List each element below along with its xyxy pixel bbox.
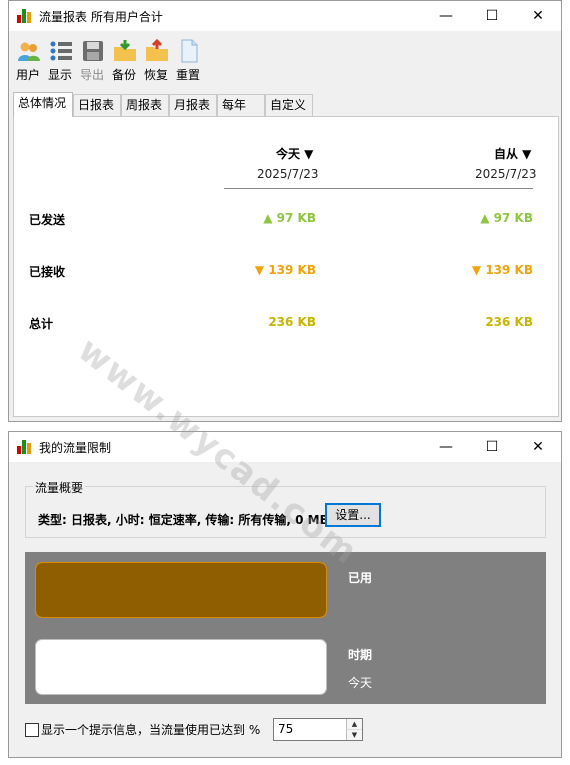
- spin-up-arrow-icon[interactable]: ▲: [346, 719, 362, 730]
- tab-overview[interactable]: 总体情况: [13, 92, 73, 117]
- today-column-header[interactable]: 今天 ▼: [276, 145, 313, 162]
- limit-summary-text: 类型: 日报表, 小时: 恒定速率, 传输: 所有传输, 0 MB: [38, 513, 329, 527]
- header-divider: [224, 188, 533, 189]
- period-gauge-bar: [35, 639, 327, 695]
- spin-down-arrow-icon[interactable]: ▼: [346, 730, 362, 740]
- window-title: 流量报表 所有用户合计: [39, 10, 163, 24]
- tab-monthly[interactable]: 月报表: [169, 94, 217, 116]
- title-bar: 我的流量限制 — ☐ ✕: [9, 432, 561, 462]
- used-label: 已用: [348, 571, 373, 585]
- traffic-report-window: 流量报表 所有用户合计 — ☐ ✕ 用户 显示 导出 备份 恢复 重置 总体情况…: [8, 0, 562, 422]
- sent-today-value: ▲ 97 KB: [263, 211, 316, 225]
- minimize-button[interactable]: —: [423, 432, 469, 462]
- total-today-value: 236 KB: [268, 315, 316, 329]
- close-button[interactable]: ✕: [515, 1, 561, 31]
- maximize-button[interactable]: ☐: [469, 432, 515, 462]
- title-bar: 流量报表 所有用户合计 — ☐ ✕: [9, 1, 561, 31]
- traffic-limit-window: 我的流量限制 — ☐ ✕ 流量概要 类型: 日报表, 小时: 恒定速率, 传输:…: [8, 431, 562, 758]
- period-value: 今天: [348, 676, 373, 690]
- today-column-date: 2025/7/23: [257, 167, 319, 181]
- folder-up-icon: [146, 39, 168, 61]
- overview-panel: 今天 ▼ 2025/7/23 自从 ▼ 2025/7/23 已发送 ▲ 97 K…: [13, 116, 559, 417]
- received-since-value: ▼ 139 KB: [471, 263, 533, 277]
- threshold-spinbox[interactable]: 75 ▲ ▼: [273, 718, 363, 741]
- used-gauge-bar: [35, 562, 327, 618]
- used-gauge-fill: [36, 563, 326, 617]
- usage-gauge-area: 已用 时期 今天: [25, 552, 546, 704]
- maximize-button[interactable]: ☐: [469, 1, 515, 31]
- total-since-value: 236 KB: [485, 315, 533, 329]
- row-label-sent: 已发送: [29, 213, 66, 227]
- sent-since-value: ▲ 97 KB: [480, 211, 533, 225]
- tab-daily[interactable]: 日报表: [73, 94, 121, 116]
- minimize-button[interactable]: —: [423, 1, 469, 31]
- threshold-value[interactable]: 75: [278, 722, 293, 736]
- document-icon: [181, 39, 198, 63]
- tab-weekly[interactable]: 周报表: [121, 94, 169, 116]
- group-title: 流量概要: [33, 479, 86, 496]
- close-button[interactable]: ✕: [515, 432, 561, 462]
- window-title: 我的流量限制: [39, 441, 112, 455]
- show-alert-checkbox[interactable]: [25, 723, 39, 737]
- tab-yearly[interactable]: 每年: [217, 94, 265, 116]
- settings-button[interactable]: 设置...: [325, 503, 381, 527]
- period-label: 时期: [348, 648, 373, 662]
- reset-button[interactable]: 重置: [171, 37, 205, 83]
- list-icon: [50, 41, 72, 61]
- report-tabs: 总体情况 日报表 周报表 月报表 每年 自定义: [13, 92, 559, 117]
- row-label-received: 已接收: [29, 265, 66, 279]
- bar-chart-app-icon: [17, 9, 33, 23]
- folder-down-icon: [114, 40, 136, 61]
- received-today-value: ▼ 139 KB: [254, 263, 316, 277]
- row-label-total: 总计: [29, 317, 54, 331]
- tab-custom[interactable]: 自定义: [265, 94, 313, 116]
- show-alert-label: 显示一个提示信息，当流量使用已达到 %: [41, 723, 261, 737]
- save-disk-icon: [83, 41, 103, 61]
- since-column-date: 2025/7/23: [475, 167, 537, 181]
- since-column-header[interactable]: 自从 ▼: [494, 145, 531, 162]
- users-icon: [18, 42, 40, 61]
- bar-chart-app-icon: [17, 440, 33, 454]
- toolbar: 用户 显示 导出 备份 恢复 重置: [9, 37, 561, 85]
